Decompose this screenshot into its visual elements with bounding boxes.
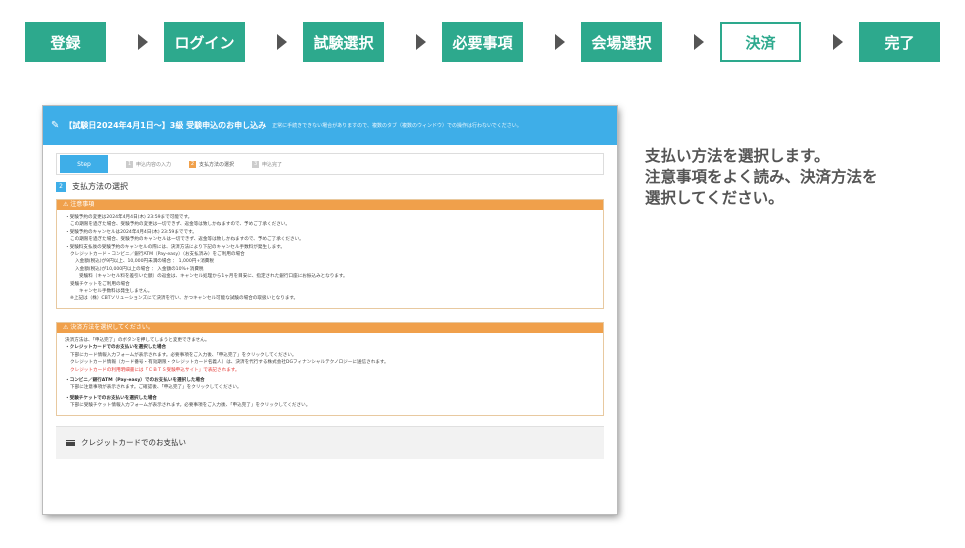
flow-step-login: ログイン [164, 22, 245, 62]
application-steps: Step 1 申込内容の入力 2 支払方法の選択 3 申込完了 [56, 153, 604, 175]
payment-intro: 決済方法は、「申込完了」のボタンを押してしまうと変更できません。 [65, 337, 210, 343]
notice-line: 入金額(税込)が10,000円以上の場合 ： 入金額の10%+消費税 [75, 266, 204, 272]
instruction-text: 支払い方法を選択します。 注意事項をよく読み、決済方法を 選択してください。 [645, 146, 945, 209]
arrow-right-icon [277, 34, 287, 50]
section-title: 支払方法の選択 [72, 182, 128, 191]
credit-card-section[interactable]: クレジットカードでのお支払い [56, 425, 604, 459]
step-label: 支払方法の選択 [199, 161, 235, 168]
notice-line: この期限を過ぎた場合、受験予約の変更は一切できず、返金等は致しかねますので、予め… [70, 222, 290, 228]
step-number: 2 [189, 160, 197, 168]
notice-line: キャンセル手数料は発生しません。 [79, 289, 153, 295]
payment-method-header: ⚠ 決済方法を選択してください。 [57, 322, 603, 333]
pencil-icon: ✎ [51, 120, 60, 131]
flow-step-register: 登録 [25, 22, 106, 62]
notice-line: クレジットカード・コンビニ／銀行ATM（Pay-easy）（お支払済み）をご利用… [70, 252, 245, 258]
arrow-right-icon [694, 34, 704, 50]
panel-title: 【試験日2024年4月1日〜】3級 受験申込のお申し込み [64, 121, 267, 130]
convenience-heading: ・コンビニ／銀行ATM（Pay-easy）でのお支払いを選択した場合 [65, 377, 205, 383]
arrow-right-icon [416, 34, 426, 50]
credit-card-section-title: クレジットカードでのお支払い [81, 438, 186, 448]
section-number: 2 [56, 181, 66, 192]
flow-step-exam-select: 試験選択 [303, 22, 384, 62]
notice-line: この期限を過ぎた場合、受験予約のキャンセルは一切できず、返金等は致しかねますので… [70, 237, 304, 243]
instruction-line: 支払い方法を選択します。 [645, 147, 830, 165]
flow-step-payment: 決済 [720, 22, 801, 62]
step-label: 申込内容の入力 [136, 161, 172, 168]
notice-header: ⚠ 注意事項 [57, 200, 603, 210]
arrow-right-icon [833, 34, 843, 50]
notice-title: 注意事項 [70, 201, 95, 208]
step-label: 申込完了 [262, 161, 283, 168]
flow-step-complete: 完了 [859, 22, 940, 62]
notice-box: ⚠ 注意事項 ・受験予約の変更は2024年4月4日(木) 23:59まで可能です… [56, 199, 604, 309]
panel-header-note: 正常に手続きできない場合がありますので、複数のタブ（複数のウィンドウ）での操作は… [272, 123, 522, 129]
credit-card-line: 下部にカード情報入力フォームが表示されます。必要事項をご入力後、「申込完了」をク… [70, 352, 297, 358]
progress-flow: 登録 ログイン 試験選択 必要事項 会場選択 決済 完了 [25, 22, 940, 64]
arrow-right-icon [138, 34, 148, 50]
ticket-heading: ・受験チケットでのお支払いを選択した場合 [65, 395, 157, 401]
arrow-right-icon [555, 34, 565, 50]
payment-method-body: 決済方法は、「申込完了」のボタンを押してしまうと変更できません。 ・クレジットカ… [57, 333, 603, 415]
panel-header: ✎ 【試験日2024年4月1日〜】3級 受験申込のお申し込み 正常に手続きできな… [43, 106, 617, 145]
step-item-input: 1 申込内容の入力 [126, 160, 172, 168]
credit-card-warning: クレジットカードの利用明細書には「ＣＢＴＳ受験申込サイト」で表記されます。 [70, 367, 240, 373]
credit-card-line: クレジットカード情報（カード番号・有効期限・クレジットカード名義人）は、決済を代… [70, 360, 389, 366]
instruction-line: 注意事項をよく読み、決済方法を [645, 168, 878, 186]
payment-method-title: 決済方法を選択してください。 [70, 323, 154, 331]
step-current-label: Step [60, 155, 108, 173]
step-item-payment: 2 支払方法の選択 [189, 160, 235, 168]
step-item-complete: 3 申込完了 [252, 160, 283, 168]
flow-step-required-info: 必要事項 [442, 22, 523, 62]
flow-step-venue-select: 会場選択 [581, 22, 662, 62]
step-number: 3 [252, 160, 260, 168]
credit-card-heading: ・クレジットカードでのお支払いを選択した場合 [65, 345, 167, 351]
notice-line: 受験料（キャンセル料を差引いた額）の返金は、キャンセル処理から1ヶ月を目安に、指… [79, 274, 348, 280]
application-screenshot: ✎ 【試験日2024年4月1日〜】3級 受験申込のお申し込み 正常に手続きできな… [43, 106, 617, 514]
instruction-line: 選択してください。 [645, 189, 784, 207]
notice-line: 受験チケットをご利用の場合 [70, 281, 130, 287]
notice-line: ・受験予約の変更は2024年4月4日(木) 23:59まで可能です。 [65, 215, 193, 220]
step-number: 1 [126, 160, 133, 168]
section-heading: 2 支払方法の選択 [56, 181, 604, 192]
notice-body: ・受験予約の変更は2024年4月4日(木) 23:59まで可能です。 この期限を… [57, 210, 603, 308]
payment-method-box: ⚠ 決済方法を選択してください。 決済方法は、「申込完了」のボタンを押してしまう… [56, 321, 604, 416]
convenience-line: 下部に注意事項が表示されます。ご確認後、「申込完了」をクリックしてください。 [70, 385, 242, 391]
notice-line: ・受験料支払後の受験予約のキャンセルの際には、決済方法により下記のキャンセル手数… [65, 244, 285, 250]
ticket-line: 下部に受験チケット情報入力フォームが表示されます。必要事項をご入力後、「申込完了… [70, 403, 311, 409]
credit-card-icon [66, 439, 75, 446]
notice-line: ・受験予約のキャンセルは2024年4月4日(木) 23:59までです。 [65, 229, 197, 235]
notice-line: ※上記は（株）CBTソリューションズにて決済を行い、かつキャンセル可能な試験の場… [70, 296, 299, 302]
notice-line: 入金額(税込)が9円以上、10,000円未満の場合 ： 1,000円+消費税 [75, 259, 214, 265]
